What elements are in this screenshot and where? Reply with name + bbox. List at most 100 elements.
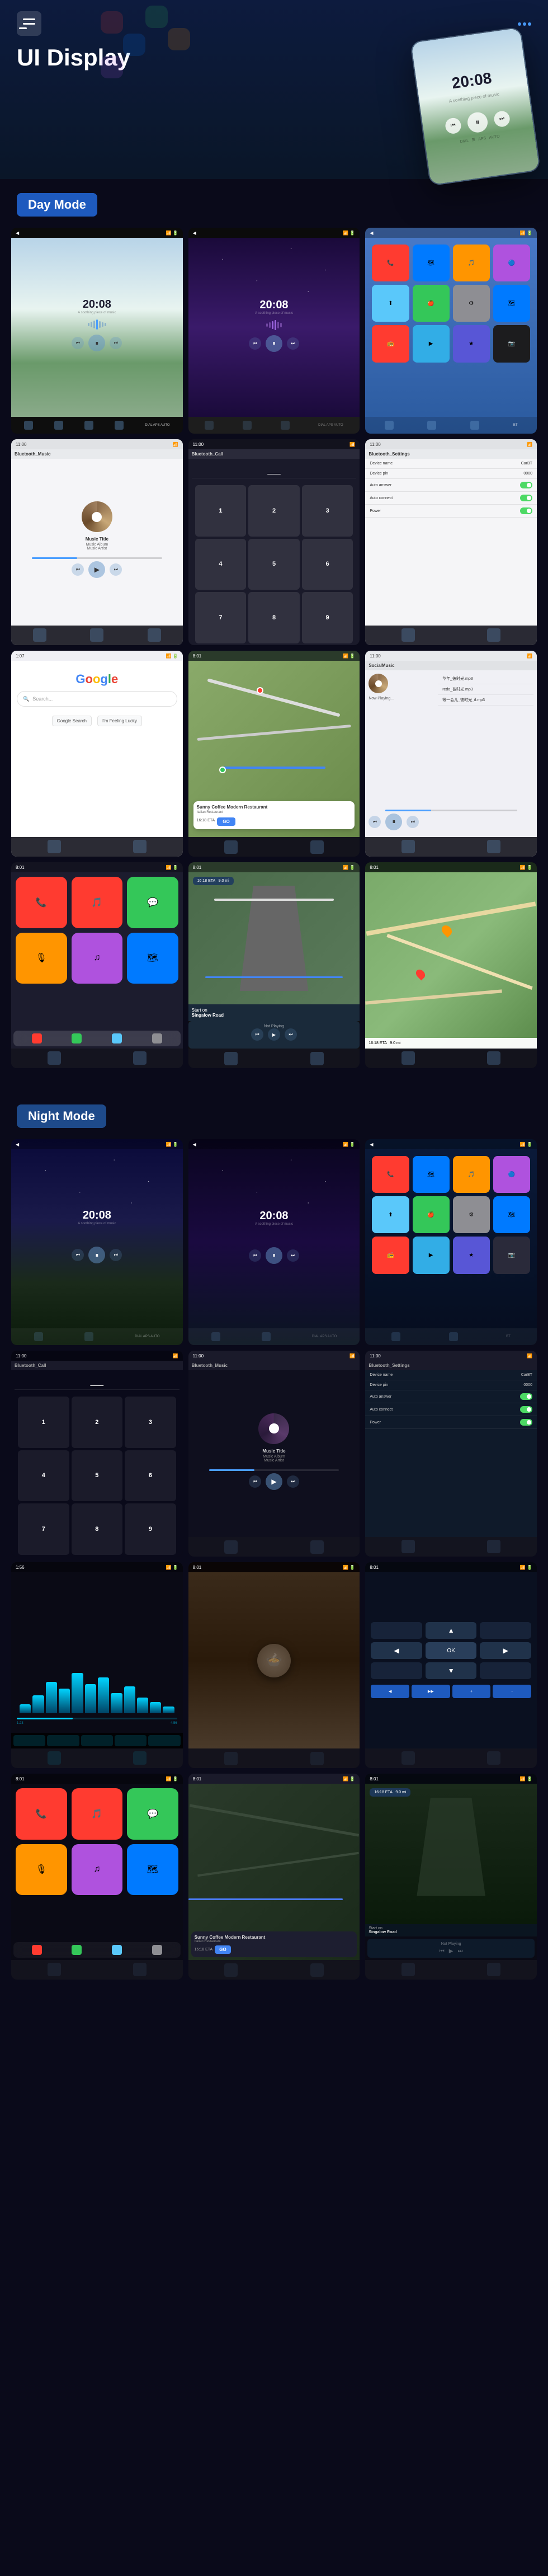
key-4[interactable]: 4 bbox=[195, 539, 247, 590]
nav-7-2[interactable] bbox=[133, 840, 147, 853]
night-dock-maps[interactable] bbox=[112, 1945, 122, 1955]
night-next-2[interactable]: ⏭ bbox=[287, 1249, 299, 1262]
night-nav-21-1[interactable] bbox=[401, 1751, 415, 1765]
nav-arrow-right[interactable]: ▶ bbox=[480, 1642, 531, 1659]
google-search-bar[interactable]: 🔍 Search... bbox=[17, 691, 177, 707]
carplay-waze[interactable]: 🗺 bbox=[127, 933, 178, 984]
nav-6-1[interactable] bbox=[401, 628, 415, 642]
night-nav-19-2[interactable] bbox=[133, 1751, 147, 1765]
night-btn-1[interactable]: ◀ bbox=[371, 1685, 409, 1698]
night-np-prev[interactable]: ⏮ bbox=[440, 1948, 445, 1954]
night-nav-20-2[interactable] bbox=[310, 1752, 324, 1765]
app-bt[interactable]: 🔵 bbox=[493, 245, 530, 281]
night-key-1[interactable]: 1 bbox=[18, 1397, 69, 1448]
app-carplay[interactable]: 🍎 bbox=[413, 285, 450, 322]
nav-10-2[interactable] bbox=[133, 1051, 147, 1065]
key-9[interactable]: 9 bbox=[302, 592, 353, 643]
night-prev-1[interactable]: ⏮ bbox=[72, 1249, 84, 1261]
key-6[interactable]: 6 bbox=[302, 539, 353, 590]
play-btn[interactable]: ⏸ bbox=[466, 111, 489, 134]
night-power-toggle[interactable] bbox=[520, 1419, 532, 1426]
nav-music[interactable] bbox=[90, 628, 103, 642]
key-8[interactable]: 8 bbox=[248, 592, 300, 643]
nav-7-1[interactable] bbox=[48, 840, 61, 853]
night-bt-prev[interactable]: ⏮ bbox=[249, 1475, 261, 1488]
dock-home[interactable] bbox=[152, 1033, 162, 1043]
app-radio[interactable]: 📻 bbox=[372, 325, 409, 362]
night-carplay-waze[interactable]: 🗺 bbox=[127, 1844, 178, 1896]
nav-arrow-tl[interactable] bbox=[371, 1622, 422, 1639]
google-search-btn[interactable]: Google Search bbox=[52, 716, 92, 726]
night-app-radio[interactable]: 📻 bbox=[372, 1237, 409, 1273]
app-maps[interactable]: 🗺 bbox=[413, 245, 450, 281]
next-btn[interactable]: ⏭ bbox=[493, 110, 511, 128]
key-1[interactable]: 1 bbox=[195, 485, 247, 537]
nav-arrow-bl[interactable] bbox=[371, 1662, 422, 1679]
key-7[interactable]: 7 bbox=[195, 592, 247, 643]
nav-8-2[interactable] bbox=[310, 840, 324, 854]
bt-play[interactable]: ▶ bbox=[88, 561, 105, 578]
np-play[interactable]: ▶ bbox=[268, 1028, 280, 1041]
app-music[interactable]: 🎵 bbox=[453, 245, 490, 281]
app-extra[interactable]: ★ bbox=[453, 325, 490, 362]
nav-nav[interactable] bbox=[148, 628, 161, 642]
social-play[interactable]: ⏸ bbox=[385, 814, 402, 830]
nav-arrow-down[interactable]: ▼ bbox=[426, 1662, 477, 1679]
night-auto-answer-toggle[interactable] bbox=[520, 1393, 532, 1400]
night-carplay-podcasts[interactable]: 🎙 bbox=[16, 1844, 67, 1896]
nav-11-1[interactable] bbox=[224, 1052, 238, 1065]
carplay-messages[interactable]: 💬 bbox=[127, 877, 178, 928]
night-key-9[interactable]: 9 bbox=[125, 1503, 176, 1555]
night-app-camera[interactable]: 📷 bbox=[493, 1237, 530, 1273]
go-button[interactable]: GO bbox=[217, 817, 235, 826]
prev-2[interactable]: ⏮ bbox=[249, 337, 261, 350]
carplay-podcasts[interactable]: 🎙 bbox=[16, 933, 67, 984]
night-app-waze[interactable]: 🗺 bbox=[493, 1196, 530, 1233]
nav-arrow-ok[interactable]: OK bbox=[426, 1642, 477, 1659]
social-next[interactable]: ⏭ bbox=[407, 816, 419, 828]
night-key-5[interactable]: 5 bbox=[72, 1450, 123, 1502]
night-go-btn[interactable]: GO bbox=[215, 1945, 230, 1954]
night-carplay-music[interactable]: 🎵 bbox=[72, 1788, 123, 1840]
nav-phone[interactable] bbox=[33, 628, 46, 642]
prev-btn[interactable]: ⏮ bbox=[445, 117, 462, 135]
night-app-settings[interactable]: ⚙ bbox=[453, 1196, 490, 1233]
play-2[interactable]: ⏸ bbox=[266, 335, 282, 352]
night-np-next[interactable]: ⏭ bbox=[458, 1948, 463, 1954]
night-nav-18-2[interactable] bbox=[487, 1540, 500, 1553]
night-nav-21-2[interactable] bbox=[487, 1751, 500, 1765]
night-btn-3[interactable]: + bbox=[452, 1685, 491, 1698]
night-app-extra[interactable]: ★ bbox=[453, 1237, 490, 1273]
night-nav-22-2[interactable] bbox=[133, 1963, 147, 1976]
app-phone[interactable]: 📞 bbox=[372, 245, 409, 281]
prev-1[interactable]: ⏮ bbox=[72, 337, 84, 349]
np-next[interactable]: ⏭ bbox=[285, 1028, 297, 1041]
app-camera[interactable]: 📷 bbox=[493, 325, 530, 362]
carplay-phone[interactable]: 📞 bbox=[16, 877, 67, 928]
dock-messages[interactable] bbox=[72, 1033, 82, 1043]
night-nav-17-1[interactable] bbox=[224, 1540, 238, 1554]
night-play-2[interactable]: ⏸ bbox=[266, 1247, 282, 1264]
dock-maps[interactable] bbox=[112, 1033, 122, 1043]
night-prev-2[interactable]: ⏮ bbox=[249, 1249, 261, 1262]
night-app-maps[interactable]: 🗺 bbox=[413, 1156, 450, 1193]
nav-arrow-up[interactable]: ▲ bbox=[426, 1622, 477, 1639]
night-icon-1[interactable] bbox=[13, 1735, 45, 1746]
night-btn-4[interactable]: - bbox=[493, 1685, 531, 1698]
nav-8-1[interactable] bbox=[224, 840, 238, 854]
next-2[interactable]: ⏭ bbox=[287, 337, 299, 350]
night-key-3[interactable]: 3 bbox=[125, 1397, 176, 1448]
next-1[interactable]: ⏭ bbox=[110, 337, 122, 349]
night-app-nav[interactable]: ⬆ bbox=[372, 1196, 409, 1233]
night-app-carplay[interactable]: 🍎 bbox=[413, 1196, 450, 1233]
nav-9-2[interactable] bbox=[487, 840, 500, 853]
night-dock-home[interactable] bbox=[152, 1945, 162, 1955]
night-carplay-messages[interactable]: 💬 bbox=[127, 1788, 178, 1840]
nav-arrow-tr[interactable] bbox=[480, 1622, 531, 1639]
night-auto-connect-toggle[interactable] bbox=[520, 1406, 532, 1413]
auto-answer-toggle[interactable] bbox=[520, 482, 532, 488]
bt-prev[interactable]: ⏮ bbox=[72, 563, 84, 576]
carplay-music[interactable]: 🎵 bbox=[72, 877, 123, 928]
night-icon-2[interactable] bbox=[47, 1735, 79, 1746]
night-app-youtube[interactable]: ▶ bbox=[413, 1237, 450, 1273]
